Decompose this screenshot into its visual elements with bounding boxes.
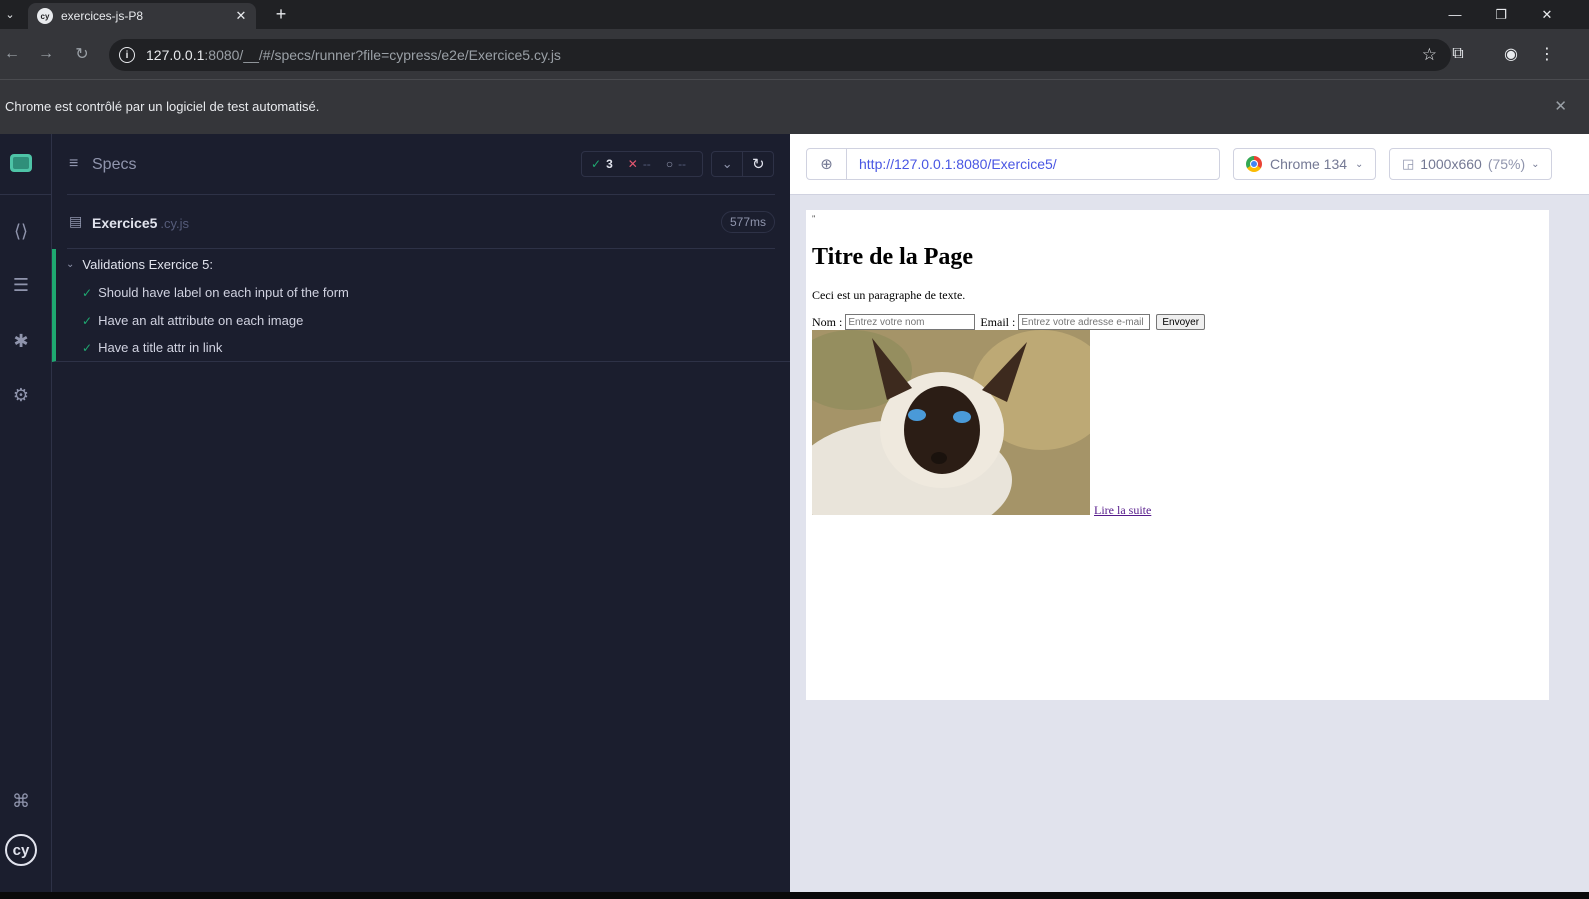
tab-search-icon[interactable]: ⌄ [0,0,20,29]
profile-icon[interactable]: ◉ [1500,43,1522,65]
browser-tab-strip: ⌄ cy exercices-js-P8 ✕ + — ❐ ✕ [0,0,1589,29]
viewport-scale: (75%) [1487,156,1526,172]
project-icon[interactable] [10,154,32,172]
browser-label: Chrome 134 [1270,156,1348,172]
pass-check-icon: ✓ [82,340,93,355]
test-item[interactable]: ✓ Have a title attr in link [82,340,222,355]
email-input[interactable] [1018,314,1151,330]
site-info-icon[interactable]: i [119,47,135,63]
test-title: Have an alt attribute on each image [98,313,304,328]
test-stats: ✓ 3 ✕ -- ○ -- [581,151,703,177]
minimize-icon[interactable]: — [1432,0,1478,29]
restore-icon[interactable]: ❐ [1478,0,1524,29]
runs-nav-icon[interactable]: ☰ [8,272,34,298]
test-title: Have a title attr in link [98,340,223,355]
back-icon[interactable]: ← [0,42,24,66]
failed-count: -- [642,157,651,171]
tab-close-icon[interactable]: ✕ [232,8,250,24]
email-label: Email : [980,314,1016,329]
infobar-close-icon[interactable]: ✕ [1554,97,1567,115]
reporter-panel: ≡ Specs ✓ 3 ✕ -- ○ -- ⌄ ↻ ▤ Exercice5 .cy… [52,134,790,892]
browser-toolbar: ← → ↻ i 127.0.0.1:8080/__/#/specs/runner… [0,29,1589,79]
spec-file-name[interactable]: Exercice5 .cy.js [92,215,189,231]
new-tab-icon[interactable]: + [270,3,292,25]
page-heading: Titre de la Page [812,244,974,270]
browser-tab[interactable]: cy exercices-js-P8 ✕ [28,3,256,29]
specs-list-icon[interactable]: ≡ [69,155,78,173]
extensions-icon[interactable]: ⧉ [1447,43,1469,65]
pass-check-icon: ✓ [82,285,93,300]
menu-icon[interactable]: ⋮ [1536,43,1558,65]
window-close-icon[interactable]: ✕ [1524,0,1570,29]
aut-header: ⊕ http://127.0.0.1:8080/Exercice5/ Chrom… [790,134,1589,195]
viewport-size: 1000x660 [1420,156,1482,172]
viewport-info[interactable]: ◲ 1000x660 (75%) ⌄ [1389,148,1552,180]
url-path: :8080/__/#/specs/runner?file=cypress/e2e… [204,47,561,63]
test-suite: ⌄ Validations Exercice 5: ✓ Should have … [52,249,790,362]
specs-label[interactable]: Specs [92,156,136,174]
settings-gear-icon[interactable]: ⚙ [8,382,34,408]
specs-nav-icon[interactable]: ⟨⟩ [8,218,34,244]
stray-marker: " [812,214,816,223]
keyboard-shortcuts-icon[interactable]: ⌘ [8,788,34,814]
read-more-link[interactable]: Lire la suite [1094,503,1151,518]
viewport-ruler-icon: ◲ [1402,156,1415,171]
url-host: 127.0.0.1 [146,47,205,63]
cat-image [812,330,1090,515]
aut-iframe: " Titre de la Page Ceci est un paragraph… [806,210,1549,700]
forward-icon[interactable]: → [34,42,58,66]
cypress-favicon-icon: cy [37,8,53,24]
test-item[interactable]: ✓ Have an alt attribute on each image [82,313,303,328]
aut-url-bar: ⊕ http://127.0.0.1:8080/Exercice5/ [806,148,1220,180]
collapse-chevron-icon[interactable]: ⌄ [712,152,742,176]
contact-form: Nom : Email : Envoyer [812,314,1206,330]
spec-name: Exercice5 [92,215,158,231]
chevron-down-icon: ⌄ [1355,158,1364,170]
pending-count: -- [678,157,687,171]
spec-duration: 577ms [720,211,775,233]
test-title: Should have label on each input of the f… [98,285,349,300]
suite-title: Validations Exercice 5: [82,257,213,272]
pending-icon: ○ [665,157,674,171]
chevron-down-icon: ⌄ [1531,158,1540,170]
name-input[interactable] [845,314,976,330]
reload-icon[interactable]: ↻ [70,42,94,66]
spec-file-row: ▤ Exercice5 .cy.js 577ms [67,195,775,249]
suite-header[interactable]: ⌄ Validations Exercice 5: [66,257,213,272]
tab-title: exercices-js-P8 [61,9,144,23]
passed-count: 3 [606,157,613,171]
passed-check-icon: ✓ [591,157,602,171]
pass-check-icon: ✓ [82,313,93,328]
chrome-logo-icon [1246,156,1262,172]
debug-bug-icon[interactable]: ✱ [8,328,34,354]
selector-playground-crosshair-icon[interactable]: ⊕ [807,149,847,179]
app-under-test-panel: ⊕ http://127.0.0.1:8080/Exercice5/ Chrom… [790,134,1589,892]
test-item[interactable]: ✓ Should have label on each input of the… [82,285,349,300]
chevron-down-icon: ⌄ [66,259,75,270]
name-label: Nom : [812,314,843,329]
rerun-icon[interactable]: ↻ [742,152,773,176]
infobar-text: Chrome est contrôlé par un logiciel de t… [5,99,320,114]
submit-button[interactable]: Envoyer [1156,314,1206,330]
document-icon: ▤ [69,213,83,229]
bookmark-star-icon[interactable]: ☆ [1422,45,1437,65]
failed-cross-icon: ✕ [627,157,638,171]
cypress-sidebar: ⟨⟩ ☰ ✱ ⚙ ⌘ cy [0,134,52,892]
address-url[interactable]: 127.0.0.1:8080/__/#/specs/runner?file=cy… [146,47,561,63]
browser-selector[interactable]: Chrome 134 ⌄ [1233,148,1376,180]
address-bar[interactable]: i 127.0.0.1:8080/__/#/specs/runner?file=… [109,39,1451,71]
automation-infobar: Chrome est contrôlé par un logiciel de t… [0,79,1589,134]
taskbar-edge [0,892,1589,899]
page-paragraph: Ceci est un paragraphe de texte. [812,288,966,302]
spec-extension: .cy.js [160,216,190,231]
aut-url[interactable]: http://127.0.0.1:8080/Exercice5/ [859,156,1057,172]
reporter-controls: ⌄ ↻ [711,151,774,177]
reporter-header: ≡ Specs ✓ 3 ✕ -- ○ -- ⌄ ↻ [67,134,775,195]
siamese-cat-illustration [812,330,1090,515]
cypress-logo-icon[interactable]: cy [5,834,37,866]
sidebar-divider [0,194,51,195]
